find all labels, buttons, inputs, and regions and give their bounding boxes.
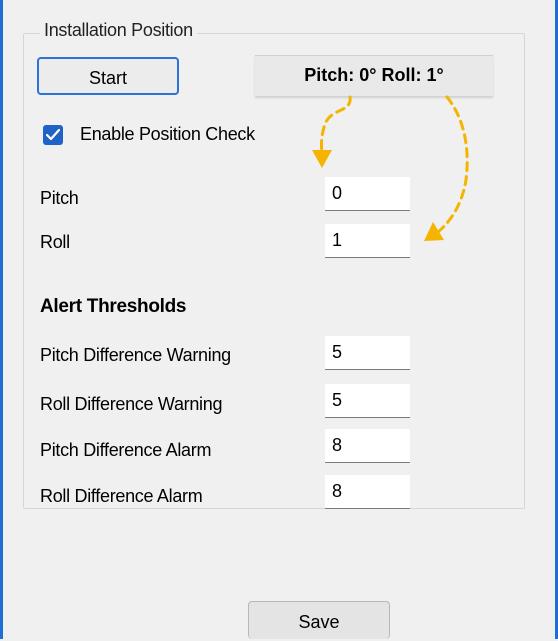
enable-position-check-label: Enable Position Check (80, 124, 255, 144)
roll-input[interactable] (325, 224, 410, 258)
pitch-difference-warning-input[interactable] (325, 336, 410, 370)
pitch-difference-alarm-label: Pitch Difference Alarm (40, 440, 212, 460)
installation-position-group (23, 33, 525, 509)
start-button[interactable]: Start (37, 57, 179, 95)
roll-difference-alarm-label: Roll Difference Alarm (40, 486, 203, 506)
pitch-label: Pitch (40, 188, 79, 208)
group-title: Installation Position (40, 20, 197, 41)
pitch-difference-alarm-input[interactable] (325, 429, 410, 463)
pitch-roll-readout: Pitch: 0° Roll: 1° (255, 55, 493, 96)
save-button[interactable]: Save (248, 601, 390, 639)
roll-label: Roll (40, 232, 70, 252)
alert-thresholds-heading: Alert Thresholds (40, 296, 187, 317)
pitch-input[interactable] (325, 177, 410, 211)
checkmark-icon (46, 129, 60, 141)
enable-position-checkbox[interactable] (43, 125, 63, 145)
roll-difference-warning-label: Roll Difference Warning (40, 394, 223, 414)
roll-difference-warning-input[interactable] (325, 384, 410, 418)
pitch-difference-warning-label: Pitch Difference Warning (40, 345, 231, 365)
roll-difference-alarm-input[interactable] (325, 475, 410, 509)
